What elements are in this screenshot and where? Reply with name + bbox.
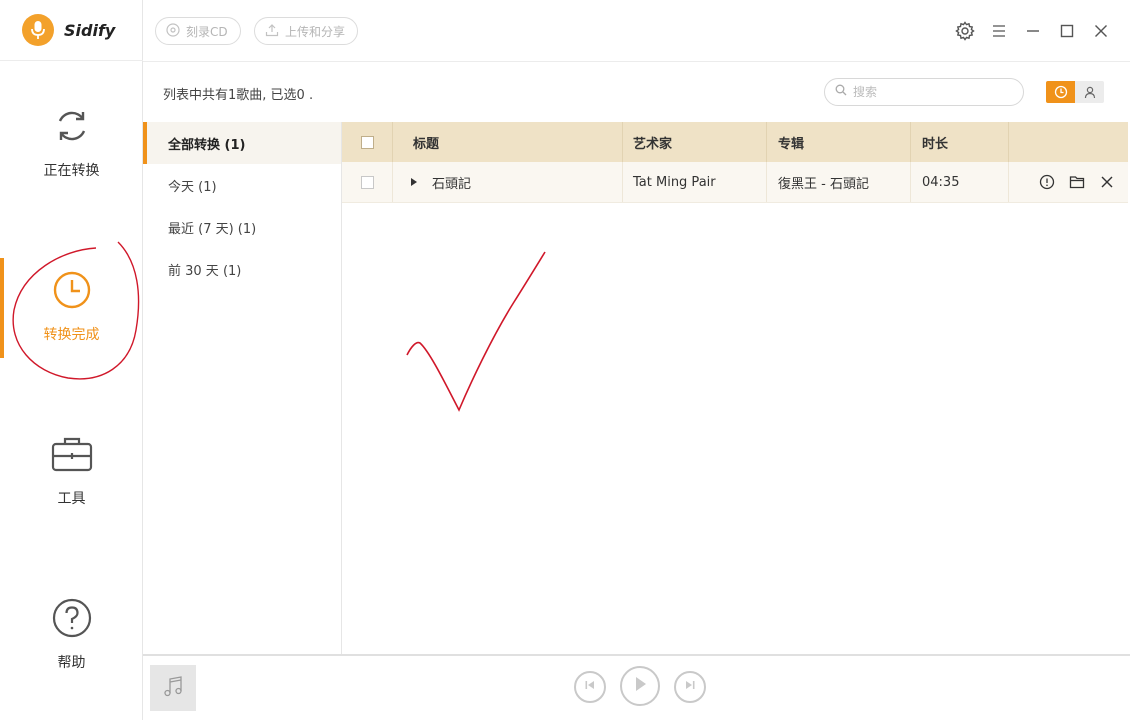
nav-label: 正在转换 bbox=[43, 163, 100, 179]
player-bar bbox=[143, 654, 1130, 720]
microphone-logo-icon bbox=[22, 14, 54, 46]
burn-cd-label: 刻录CD bbox=[186, 24, 228, 39]
row-actions bbox=[1009, 162, 1128, 202]
view-by-artist-button[interactable] bbox=[1075, 81, 1104, 103]
search-box bbox=[824, 78, 1024, 106]
upload-share-button[interactable]: 上传和分享 bbox=[254, 17, 359, 45]
select-all-checkbox[interactable] bbox=[360, 135, 374, 149]
divider bbox=[0, 60, 143, 61]
view-toggle bbox=[1046, 81, 1104, 103]
close-window-icon[interactable] bbox=[1089, 19, 1113, 43]
song-artist: Tat Ming Pair bbox=[623, 162, 767, 202]
search-input[interactable] bbox=[853, 85, 1003, 99]
song-duration: 04:35 bbox=[911, 162, 1009, 202]
filter-all[interactable]: 全部转换 (1) bbox=[143, 122, 341, 164]
menu-icon[interactable] bbox=[987, 19, 1011, 43]
help-icon bbox=[50, 596, 94, 640]
album-art-thumbnail bbox=[150, 665, 196, 711]
view-by-time-button[interactable] bbox=[1046, 81, 1075, 103]
title-cell: 石頭記 bbox=[393, 162, 623, 202]
folder-icon[interactable] bbox=[1068, 173, 1086, 191]
play-pause-button[interactable] bbox=[620, 666, 660, 706]
search-icon bbox=[835, 84, 847, 100]
music-note-icon bbox=[161, 674, 185, 702]
list-header: 列表中共有1歌曲, 已选0 . bbox=[143, 62, 1130, 122]
remove-icon[interactable] bbox=[1098, 173, 1116, 191]
upload-share-label: 上传和分享 bbox=[285, 24, 346, 39]
app-name: Sidify bbox=[64, 20, 116, 40]
nav-label: 帮助 bbox=[57, 655, 86, 671]
filter-last-30-days[interactable]: 前 30 天 (1) bbox=[143, 248, 341, 290]
select-all-cell bbox=[342, 122, 393, 162]
filter-today[interactable]: 今天 (1) bbox=[143, 164, 341, 206]
settings-gear-icon[interactable] bbox=[953, 19, 977, 43]
nav-converting[interactable]: 正在转换 bbox=[0, 100, 143, 200]
filter-sidebar: 全部转换 (1) 今天 (1) 最近 (7 天) (1) 前 30 天 (1) bbox=[143, 122, 342, 654]
top-toolbar: 刻录CD 上传和分享 bbox=[143, 0, 1130, 62]
nav-converted[interactable]: 转换完成 bbox=[0, 258, 143, 358]
table-row[interactable]: 石頭記 Tat Ming Pair 復黑王 - 石頭記 04:35 bbox=[342, 162, 1128, 203]
nav-help[interactable]: 帮助 bbox=[0, 592, 143, 692]
app-logo: Sidify bbox=[22, 14, 115, 46]
skip-back-icon bbox=[584, 679, 596, 695]
info-icon[interactable] bbox=[1038, 173, 1056, 191]
app-sidebar: Sidify 正在转换 转换完成 工具 帮助 bbox=[0, 0, 143, 720]
previous-track-button[interactable] bbox=[574, 671, 606, 703]
header-artist[interactable]: 艺术家 bbox=[623, 122, 767, 162]
disc-icon bbox=[166, 22, 180, 40]
burn-cd-button[interactable]: 刻录CD bbox=[155, 17, 241, 45]
row-checkbox[interactable] bbox=[360, 175, 374, 189]
header-actions bbox=[1009, 122, 1128, 162]
skip-forward-icon bbox=[684, 679, 696, 695]
header-album[interactable]: 专辑 bbox=[767, 122, 911, 162]
annotation-checkmark bbox=[406, 251, 546, 412]
play-icon[interactable] bbox=[411, 178, 417, 186]
header-duration[interactable]: 时长 bbox=[911, 122, 1009, 162]
play-icon bbox=[633, 676, 647, 696]
upload-icon bbox=[265, 23, 279, 40]
table-header: 标题 艺术家 专辑 时长 bbox=[342, 122, 1128, 162]
nav-label: 转换完成 bbox=[43, 327, 100, 343]
toolbox-icon bbox=[50, 432, 94, 476]
song-count-text: 列表中共有1歌曲, 已选0 . bbox=[163, 88, 314, 103]
song-table: 标题 艺术家 专辑 时长 石頭記 Tat Ming Pair 復黑王 - 石頭記… bbox=[342, 122, 1128, 203]
next-track-button[interactable] bbox=[674, 671, 706, 703]
filter-last-7-days[interactable]: 最近 (7 天) (1) bbox=[143, 206, 341, 248]
maximize-icon[interactable] bbox=[1055, 19, 1079, 43]
clock-icon bbox=[50, 268, 94, 312]
header-title[interactable]: 标题 bbox=[393, 122, 623, 162]
refresh-icon bbox=[50, 104, 94, 148]
minimize-icon[interactable] bbox=[1021, 19, 1045, 43]
nav-label: 工具 bbox=[57, 491, 86, 507]
nav-tools[interactable]: 工具 bbox=[0, 428, 143, 528]
row-select-cell bbox=[342, 162, 393, 202]
song-title: 石頭記 bbox=[432, 176, 472, 192]
song-album: 復黑王 - 石頭記 bbox=[767, 162, 911, 202]
